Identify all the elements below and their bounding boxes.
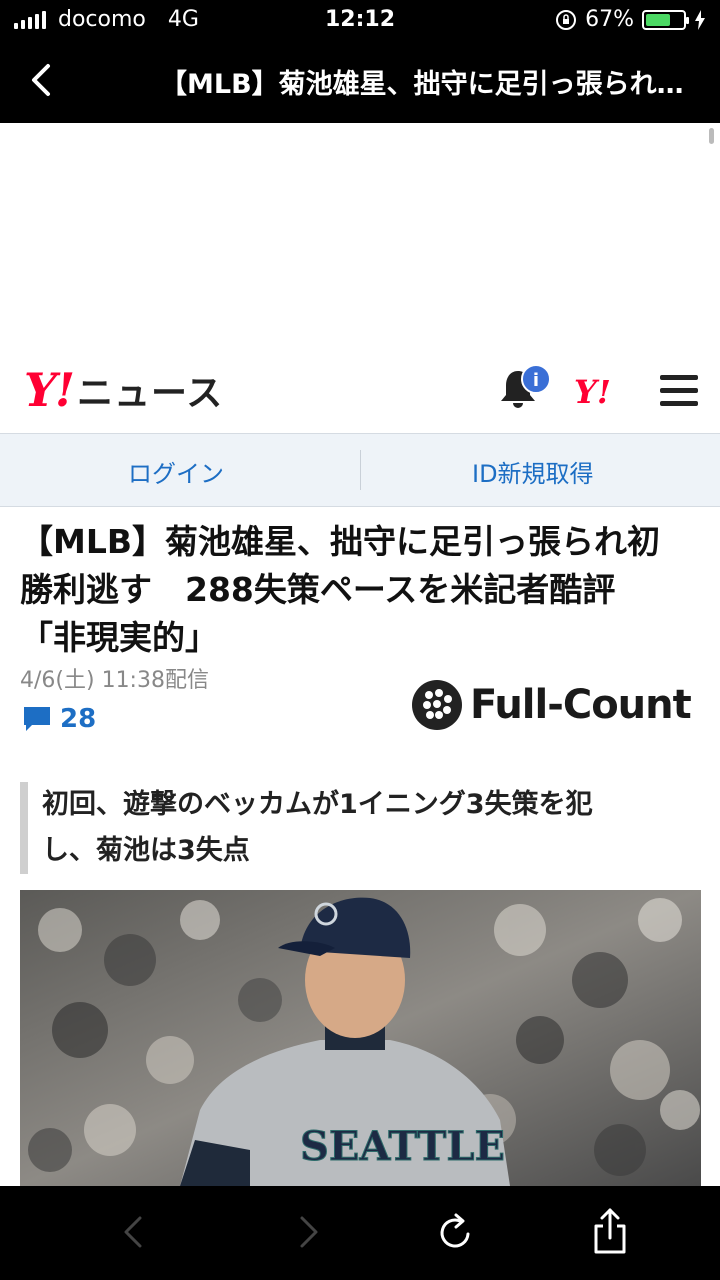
headline-line: 勝利逃す 288失策ペースを米記者酷評: [20, 570, 616, 609]
headline-line: 【MLB】菊池雄星、拙守に足引っ張られ初: [20, 522, 661, 561]
subheading-line: 初回、遊撃のベッカムが1イニング3失策を犯: [42, 789, 593, 820]
yahoo-top-link[interactable]: Y!: [574, 373, 611, 411]
forward-arrow-icon[interactable]: [282, 1206, 334, 1258]
publish-date: 4/6(土) 11:38配信: [20, 668, 209, 693]
battery-icon: [642, 9, 689, 30]
article-subheading: 初回、遊撃のベッカムが1イニング3失策を犯 し、菊池は3失点: [20, 782, 700, 874]
menu-icon[interactable]: [660, 375, 698, 407]
battery-fill: [646, 13, 670, 26]
page-title: 【MLB】菊池雄星、拙守に足引っ張られ初…: [160, 69, 700, 100]
article-headline: 【MLB】菊池雄星、拙守に足引っ張られ初 勝利逃す 288失策ペースを米記者酷評…: [20, 518, 700, 662]
browser-toolbar: [0, 1186, 720, 1280]
comment-icon: [24, 707, 50, 731]
scroll-indicator: [709, 128, 714, 144]
news-logo-text: ニュース: [77, 373, 224, 414]
full-count-ball-icon: [412, 680, 462, 730]
register-link[interactable]: ID新規取得: [472, 454, 594, 489]
nav-bar: 【MLB】菊池雄星、拙守に足引っ張られ初…: [0, 40, 720, 123]
subheading-line: し、菊池は3失点: [42, 835, 250, 866]
notification-badge: i: [521, 364, 551, 394]
yahoo-news-header: Y! ニュース i Y!: [0, 345, 720, 433]
login-link[interactable]: ログイン: [128, 454, 224, 489]
source-name: Full-Count: [470, 682, 692, 728]
battery-percent: 67%: [585, 7, 634, 32]
share-icon[interactable]: [584, 1206, 636, 1258]
yahoo-logo-mark: Y!: [24, 363, 75, 417]
svg-text:SEATTLE: SEATTLE: [300, 1123, 505, 1170]
status-right: 67%: [555, 7, 706, 32]
orientation-lock-icon: [556, 9, 577, 30]
source-logo[interactable]: Full-Count: [412, 680, 692, 730]
headline-line: 「非現実的」: [20, 618, 218, 657]
back-arrow-icon[interactable]: [108, 1206, 160, 1258]
login-divider: [360, 450, 361, 490]
login-bar: ログイン ID新規取得: [0, 433, 720, 507]
yahoo-news-logo[interactable]: Y! ニュース: [24, 363, 223, 417]
charging-bolt-icon: [695, 9, 705, 30]
comments-link[interactable]: 28: [22, 704, 96, 734]
reload-icon[interactable]: [430, 1206, 482, 1258]
comment-count: 28: [60, 704, 97, 734]
chevron-left-icon[interactable]: [22, 58, 62, 102]
article-photo[interactable]: SEATTLE: [20, 890, 701, 1186]
status-bar: docomo 4G 12:12 67%: [0, 0, 720, 40]
